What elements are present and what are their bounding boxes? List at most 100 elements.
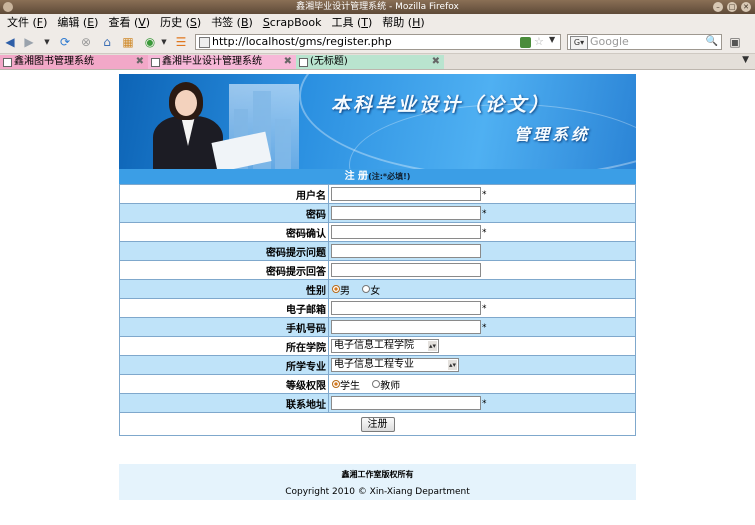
close-tab-icon[interactable]: ✖ (432, 55, 440, 69)
url-dropdown-icon[interactable]: ▼ (549, 35, 555, 44)
tab-label: (无标题) (310, 56, 348, 67)
required-mark: * (482, 209, 487, 219)
role-teacher-label: 教师 (380, 380, 401, 392)
window-titlebar: 鑫湘毕业设计管理系统 - Mozilla Firefox – □ ✕ (0, 0, 755, 14)
major-select[interactable]: 电子信息工程专业 ▴▾ (331, 358, 459, 372)
page-footer: 鑫湘工作室版权所有 Copyright 2010 © Xin-Xiang Dep… (119, 464, 636, 500)
form-row-password-confirm: 密码确认 * (119, 222, 636, 242)
form-row-question: 密码提示问题 (119, 241, 636, 261)
address-input[interactable] (331, 396, 481, 410)
tab-library[interactable]: 鑫湘图书管理系统 ✖ (0, 55, 148, 69)
businesswoman-image (139, 82, 272, 169)
required-mark: * (482, 399, 487, 409)
address-url: http://localhost/gms/register.php (212, 35, 392, 48)
minimize-icon[interactable]: – (713, 2, 723, 12)
reload-icon[interactable]: ⟳ (58, 35, 72, 49)
menu-item[interactable]: 文件 (F) (2, 14, 52, 31)
menu-item[interactable]: 帮助 (H) (377, 14, 429, 31)
phone-label: 手机号码 (119, 317, 329, 337)
form-row-gender: 性别 男 女 (119, 279, 636, 299)
bookmark-star-icon[interactable]: ☆ (534, 35, 544, 48)
question-input[interactable] (331, 244, 481, 258)
college-select-value: 电子信息工程学院 (334, 340, 414, 351)
question-label: 密码提示问题 (119, 241, 329, 261)
form-row-submit: 注册 (119, 412, 636, 436)
screenshot-tool-icon[interactable]: ▣ (728, 35, 742, 49)
search-input[interactable]: G▾ Google 🔍 (567, 34, 722, 50)
form-row-username: 用户名 * (119, 184, 636, 204)
close-tab-icon[interactable]: ✖ (136, 55, 144, 69)
answer-label: 密码提示回答 (119, 260, 329, 280)
form-row-college: 所在学院 电子信息工程学院 ▴▾ (119, 336, 636, 356)
gender-female-label: 女 (370, 285, 381, 297)
role-teacher-radio[interactable] (372, 380, 381, 388)
required-mark: * (482, 190, 487, 200)
required-mark: * (482, 228, 487, 238)
menu-item[interactable]: 编辑 (E) (52, 14, 103, 31)
forward-icon[interactable]: ▶ (22, 35, 36, 49)
answer-input[interactable] (331, 263, 481, 277)
tab-favicon-icon (151, 58, 160, 67)
major-label: 所学专业 (119, 355, 329, 375)
role-student-radio[interactable] (332, 380, 340, 388)
address-bar[interactable]: http://localhost/gms/register.php (195, 34, 561, 50)
major-select-value: 电子信息工程专业 (334, 359, 414, 370)
tab-favicon-icon (3, 58, 12, 67)
tab-graduation-system[interactable]: 鑫湘毕业设计管理系统 ✖ (148, 55, 296, 69)
menu-item[interactable]: ScrapBook (258, 14, 327, 31)
email-label: 电子邮箱 (119, 298, 329, 318)
form-row-phone: 手机号码 * (119, 317, 636, 337)
page-favicon-icon (199, 37, 210, 48)
addons-icon[interactable]: ▦ (121, 35, 135, 49)
maximize-icon[interactable]: □ (727, 2, 737, 12)
menu-item[interactable]: 工具 (T) (326, 14, 377, 31)
tab-favicon-icon (299, 58, 308, 67)
email-field[interactable] (331, 301, 481, 315)
go-icon[interactable] (520, 37, 531, 48)
form-row-answer: 密码提示回答 (119, 260, 636, 280)
history-dropdown-icon[interactable]: ▼ (40, 35, 54, 49)
menu-item[interactable]: 书签 (B) (206, 14, 258, 31)
menu-item[interactable]: 历史 (S) (155, 14, 206, 31)
close-icon[interactable]: ✕ (741, 2, 751, 12)
phone-input[interactable] (331, 320, 481, 334)
tab-list-arrow-icon[interactable]: ▼ (742, 55, 749, 65)
password-input[interactable] (331, 206, 481, 220)
search-engine-icon[interactable]: G▾ (570, 36, 588, 50)
password-label: 密码 (119, 203, 329, 223)
password-confirm-input[interactable] (331, 225, 481, 239)
role-student-label: 学生 (340, 380, 360, 392)
footer-copyright: Copyright 2010 © Xin-Xiang Department (285, 487, 470, 497)
form-row-major: 所学专业 电子信息工程专业 ▴▾ (119, 355, 636, 375)
registration-form: 用户名 * 密码 * 密码确认 * 密码提示问题 密码提示回答 性别 男 女 电… (119, 184, 636, 436)
back-icon[interactable]: ◀ (3, 35, 17, 49)
stop-icon[interactable]: ⊗ (79, 35, 93, 49)
close-tab-icon[interactable]: ✖ (284, 55, 292, 69)
header-banner: 本科毕业设计（论文） 管理系统 (119, 74, 636, 169)
sync-icon[interactable]: ◉ (143, 35, 157, 49)
form-row-email: 电子邮箱 * (119, 298, 636, 318)
form-required-note: (注:*必填!) (368, 172, 411, 181)
tab-untitled[interactable]: (无标题) ✖ (296, 55, 444, 69)
username-input[interactable] (331, 187, 481, 201)
rss-feed-icon[interactable]: ☰ (174, 35, 188, 49)
window-menu-icon[interactable] (3, 2, 13, 12)
gender-female-radio[interactable] (362, 285, 371, 293)
chevron-down-icon: ▴▾ (428, 341, 437, 351)
college-select[interactable]: 电子信息工程学院 ▴▾ (331, 339, 439, 353)
menu-item[interactable]: 查看 (V) (103, 14, 155, 31)
home-icon[interactable]: ⌂ (100, 35, 114, 49)
banner-title: 本科毕业设计（论文） (331, 94, 552, 116)
form-header: 注 册(注:*必填!) (119, 169, 636, 184)
gender-male-radio[interactable] (332, 285, 340, 293)
footer-copyright-owner: 鑫湘工作室版权所有 (341, 470, 414, 479)
tab-label: 鑫湘图书管理系统 (14, 56, 94, 67)
tab-bar: 鑫湘图书管理系统 ✖ 鑫湘毕业设计管理系统 ✖ (无标题) ✖ ▼ (0, 54, 755, 70)
window-title: 鑫湘毕业设计管理系统 - Mozilla Firefox (296, 2, 459, 12)
search-icon[interactable]: 🔍 (706, 35, 718, 49)
register-button[interactable]: 注册 (360, 416, 395, 432)
gender-male-label: 男 (340, 285, 350, 297)
gender-label: 性别 (119, 279, 329, 299)
sync-dropdown-icon[interactable]: ▼ (157, 35, 171, 49)
navigation-toolbar: ◀ ▶ ▼ ⟳ ⊗ ⌂ ▦ ◉ ▼ ☰ http://localhost/gms… (0, 31, 755, 54)
